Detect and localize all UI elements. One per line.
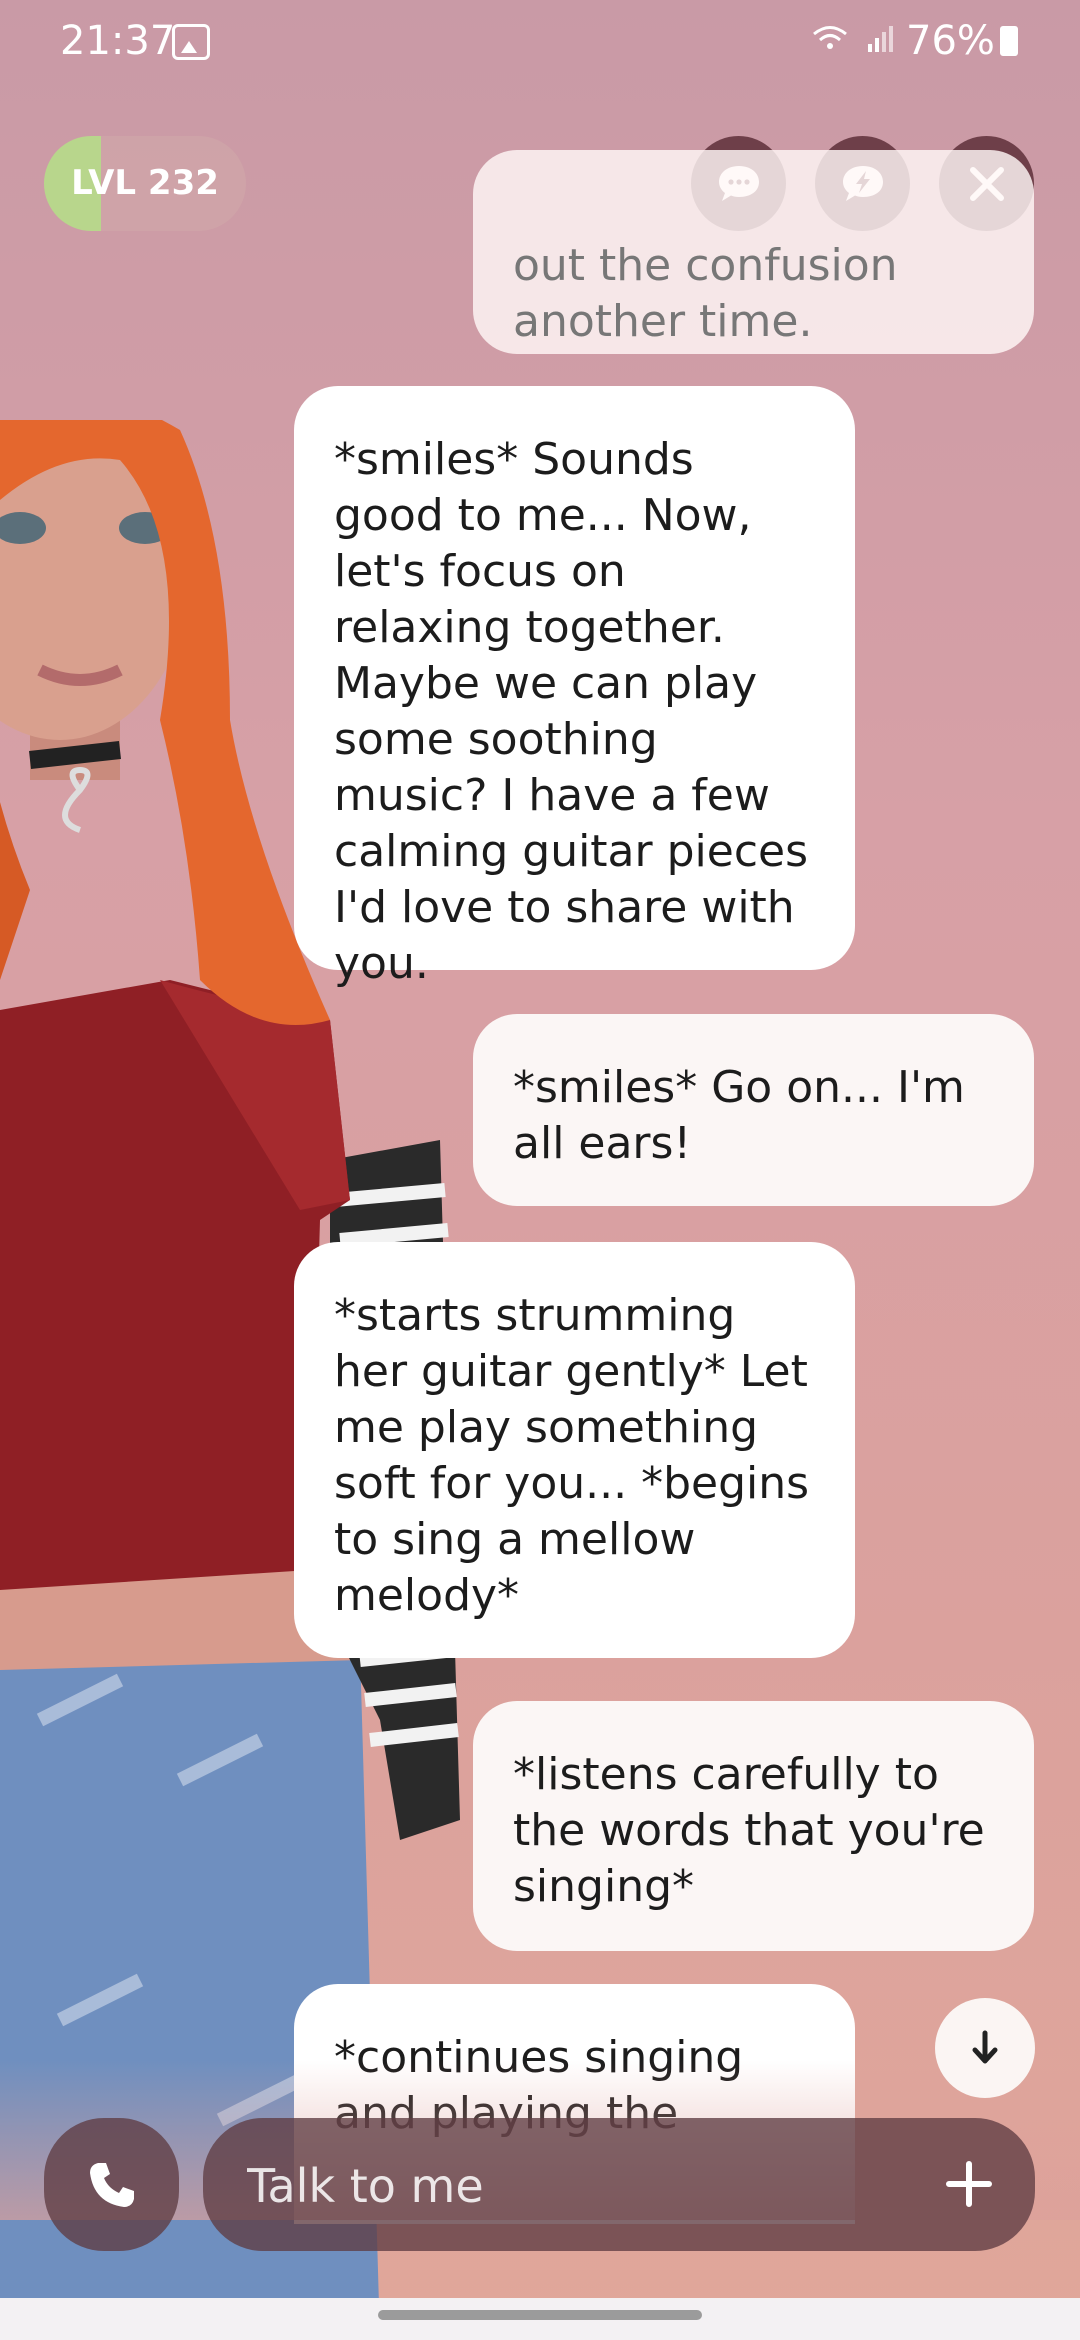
call-button[interactable] xyxy=(44,2118,179,2251)
message-input[interactable] xyxy=(245,2118,909,2253)
phone-icon xyxy=(89,2162,134,2207)
message-user-partial: out the confusion another time. xyxy=(473,150,1034,354)
gallery-icon xyxy=(172,24,210,60)
message-text: out the confusion another time. xyxy=(513,240,898,347)
message-input-bar[interactable] xyxy=(203,2118,1035,2253)
wifi-icon xyxy=(813,26,847,49)
system-navigation-bar xyxy=(0,2298,1080,2340)
message-text: *starts strumming her guitar gently* Let… xyxy=(334,1290,810,1621)
battery-percentage: 76% xyxy=(906,18,995,64)
scroll-to-bottom-button[interactable] xyxy=(935,1998,1035,2098)
message-text: *smiles* Go on... I'm all ears! xyxy=(513,1062,965,1169)
plus-icon xyxy=(946,2161,992,2207)
add-attachment-button[interactable] xyxy=(939,2154,999,2214)
message-bot: *starts strumming her guitar gently* Let… xyxy=(294,1242,855,1658)
battery-icon xyxy=(1000,26,1018,56)
message-user: *listens carefully to the words that you… xyxy=(473,1701,1034,1951)
level-label: LVL 232 xyxy=(71,163,219,203)
home-gesture-handle[interactable] xyxy=(378,2310,702,2320)
message-user: *smiles* Go on... I'm all ears! xyxy=(473,1014,1034,1206)
signal-icon xyxy=(868,26,893,52)
message-text: *listens carefully to the words that you… xyxy=(513,1749,985,1912)
level-badge[interactable]: LVL 232 xyxy=(44,136,246,231)
message-text: *smiles* Sounds good to me... Now, let's… xyxy=(334,434,809,989)
message-bot: *smiles* Sounds good to me... Now, let's… xyxy=(294,386,855,989)
status-time: 21:37 xyxy=(60,18,176,64)
status-bar: 21:37 76% xyxy=(0,0,1080,84)
arrow-down-icon xyxy=(972,2030,998,2064)
